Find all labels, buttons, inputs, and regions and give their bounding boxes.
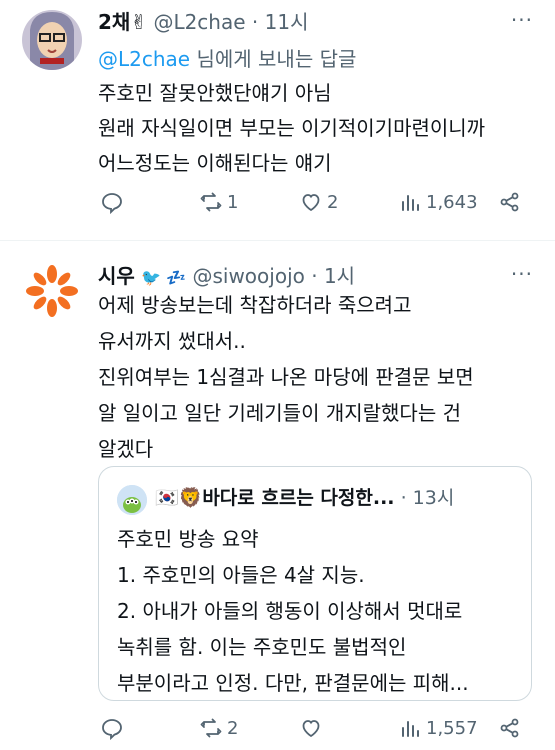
view-count: 1,557 <box>426 717 478 739</box>
tweet-line: 알겠다 <box>98 437 154 461</box>
avatar[interactable] <box>22 261 82 321</box>
share-button[interactable] <box>498 187 526 217</box>
views-button[interactable]: 1,643 <box>398 187 478 217</box>
tweet-line: 알 일이고 일단 기레기들이 개지랄했다는 건 <box>98 401 461 425</box>
reply-context: @L2chae 님에게 보내는 답글 <box>98 47 357 71</box>
views-icon <box>402 195 419 211</box>
display-name[interactable]: 시우 <box>98 264 135 288</box>
user-handle[interactable]: @siwoojojo <box>192 264 304 288</box>
quote-display-name[interactable]: 🇰🇷🦁바다로 흐르는 다정한... <box>155 487 395 509</box>
timestamp[interactable]: 11시 <box>265 10 309 34</box>
retweet-icon <box>200 718 222 738</box>
reply-button[interactable] <box>100 713 128 743</box>
quote-text: 주호민 방송 요약 1. 주호민의 아들은 4살 지능. 2. 아내가 아들의 … <box>117 521 469 701</box>
tweet-line: 어느정도는 이해된다는 얘기 <box>98 151 332 175</box>
tweet-1[interactable]: 2채✌ @L2chae · 11시 ··· @L2chae 님에게 보내는 답글… <box>0 0 555 222</box>
user-handle[interactable]: @L2chae <box>153 10 245 34</box>
like-button[interactable] <box>299 713 327 743</box>
like-count: 2 <box>327 191 339 213</box>
quote-header: 🇰🇷🦁바다로 흐르는 다정한... · 13시 <box>155 487 455 509</box>
action-bar: 1 2 1,643 <box>98 187 528 217</box>
tweet-text: 주호민 잘못안했단얘기 아님 원래 자식일이면 부모는 이기적이기마련이니까 어… <box>98 76 485 181</box>
avatar[interactable] <box>22 10 82 70</box>
tweet-line: 주호민 잘못안했단얘기 아님 <box>98 81 332 105</box>
more-options-icon[interactable]: ··· <box>511 8 533 32</box>
retweet-button[interactable]: 1 <box>199 187 238 217</box>
timestamp[interactable]: 1시 <box>324 264 355 288</box>
retweet-button[interactable]: 2 <box>199 713 238 743</box>
tweet-line: 유서까지 썼대서.. <box>98 329 246 353</box>
share-icon <box>500 718 519 738</box>
reply-icon <box>102 193 122 214</box>
tweet-line: 원래 자식일이면 부모는 이기적이기마련이니까 <box>98 116 486 140</box>
tweet-text: 어제 방송보는데 착잡하더라 죽으려고 유서까지 썼대서.. 진위여부는 1심결… <box>98 287 474 467</box>
reply-icon <box>102 719 122 740</box>
quote-line: 1. 주호민의 아들은 4살 지능. <box>117 563 365 587</box>
retweet-count: 1 <box>227 191 239 213</box>
heart-icon <box>302 194 320 212</box>
views-button[interactable]: 1,557 <box>398 713 478 743</box>
heart-icon <box>302 720 320 738</box>
views-icon <box>402 721 419 737</box>
like-button[interactable]: 2 <box>299 187 338 217</box>
reply-button[interactable] <box>100 187 128 217</box>
quote-avatar[interactable] <box>117 485 147 515</box>
tweet-line: 어제 방송보는데 착잡하더라 죽으려고 <box>98 293 412 317</box>
tweet-line: 진위여부는 1심결과 나온 마당에 판결문 보면 <box>98 365 474 389</box>
retweet-count: 2 <box>227 717 239 739</box>
more-options-icon[interactable]: ··· <box>511 262 533 286</box>
share-icon <box>500 192 519 212</box>
quote-line: 부분이라고 인정. 다만, 판결문에는 피해... <box>117 671 469 695</box>
name-emoji: 🐦 💤 <box>141 268 187 287</box>
quote-timestamp[interactable]: 13시 <box>413 487 455 509</box>
display-name[interactable]: 2채✌ <box>98 10 147 34</box>
share-button[interactable] <box>498 713 526 743</box>
tweet-header: 2채✌ @L2chae · 11시 <box>98 10 309 34</box>
view-count: 1,643 <box>426 191 478 213</box>
quote-line: 녹취를 함. 이는 주호민도 불법적인 <box>117 635 407 659</box>
quote-line: 주호민 방송 요약 <box>117 527 259 551</box>
retweet-icon <box>200 192 222 212</box>
quoted-tweet[interactable]: 🇰🇷🦁바다로 흐르는 다정한... · 13시 주호민 방송 요약 1. 주호민… <box>98 466 532 701</box>
quote-line: 2. 아내가 아들의 행동이 이상해서 멋대로 <box>117 599 463 623</box>
reply-mention-link[interactable]: @L2chae <box>98 47 190 71</box>
action-bar: 2 1,557 <box>98 713 528 743</box>
